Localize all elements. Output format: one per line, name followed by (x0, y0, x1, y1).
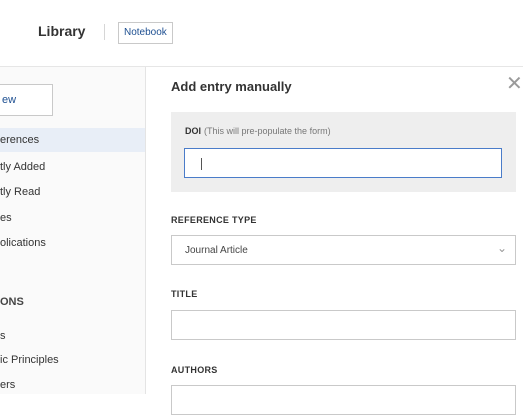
title-input[interactable] (171, 310, 516, 340)
notebook-tab[interactable]: Notebook (118, 22, 173, 44)
reference-type-select[interactable]: Journal Article ⌄ (171, 235, 516, 265)
sidebar-item-references[interactable]: erences (0, 128, 145, 152)
sidebar-item-recently-added[interactable]: tly Added (0, 161, 45, 173)
doi-hint: (This will pre-populate the form) (204, 126, 331, 136)
sidebar-collection-item[interactable]: s (0, 330, 6, 342)
authors-input[interactable] (171, 385, 516, 415)
new-button[interactable]: ew (0, 84, 53, 116)
doi-input[interactable] (184, 148, 502, 178)
title-label: TITLE (171, 289, 198, 299)
doi-label-text: DOI (185, 126, 202, 136)
new-button-label: ew (2, 94, 17, 106)
sidebar-collection-item[interactable]: ic Principles (0, 354, 59, 366)
sidebar-item-label: erences (0, 134, 40, 146)
chevron-down-icon: ⌄ (497, 241, 508, 255)
dialog-title: Add entry manually (171, 79, 292, 94)
sidebar-item-publications[interactable]: olications (0, 237, 46, 249)
top-bar: Library Notebook (0, 0, 523, 67)
header-divider (104, 24, 105, 40)
add-entry-dialog: Add entry manually ✕ DOI (This will pre-p… (146, 67, 523, 415)
sidebar-item-recently-read[interactable]: tly Read (0, 186, 40, 198)
authors-label: AUTHORS (171, 365, 218, 375)
doi-section: DOI (This will pre-populate the form) (171, 112, 516, 192)
close-icon[interactable]: ✕ (506, 74, 523, 94)
sidebar-section-heading: ONS (0, 296, 24, 308)
reference-type-value: Journal Article (185, 245, 248, 256)
reference-type-label: REFERENCE TYPE (171, 215, 257, 225)
text-cursor (201, 158, 202, 170)
sidebar-collection-item[interactable]: ers (0, 379, 15, 391)
sidebar: ew erences tly Added tly Read es olicati… (0, 67, 146, 394)
sidebar-item-favorites[interactable]: es (0, 212, 12, 224)
doi-label: DOI (This will pre-populate the form) (185, 126, 331, 136)
app-title: Library (38, 23, 86, 39)
